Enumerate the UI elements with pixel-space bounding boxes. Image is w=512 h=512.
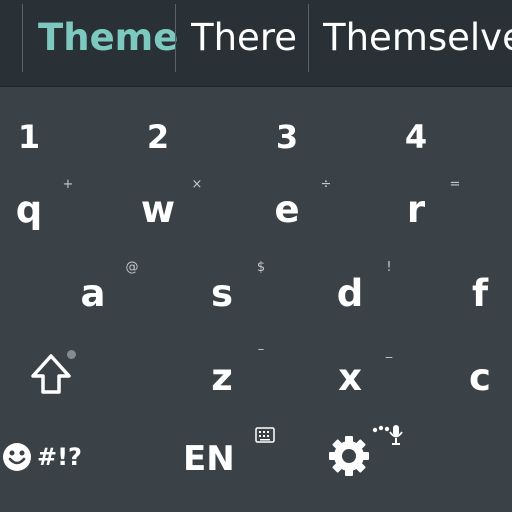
suggestion-divider — [22, 4, 23, 72]
key-q[interactable]: q — [4, 185, 54, 235]
key-3[interactable]: 3 — [267, 117, 307, 157]
language-label: EN — [183, 439, 235, 479]
key-1[interactable]: 1 — [9, 117, 49, 157]
suggestion-divider — [308, 4, 309, 72]
settings-key[interactable] — [320, 423, 415, 479]
key-x-hint: _ — [385, 344, 393, 359]
suggestion-second[interactable]: There — [191, 0, 297, 76]
key-2[interactable]: 2 — [138, 117, 178, 157]
key-r-hint: = — [449, 177, 461, 192]
microphone-icon — [372, 425, 403, 445]
key-s-hint: $ — [256, 260, 266, 275]
key-e-hint: ÷ — [320, 177, 332, 192]
smiley-icon — [3, 443, 31, 471]
key-w[interactable]: w — [133, 185, 183, 235]
key-a[interactable]: a — [68, 269, 118, 319]
suggestion-third[interactable]: Themselves — [323, 0, 512, 76]
gear-icon — [329, 436, 369, 476]
key-d-hint: ! — [386, 260, 392, 275]
keyboard-icon — [255, 427, 275, 443]
key-q-hint: + — [62, 177, 74, 192]
key-x[interactable]: x — [325, 353, 375, 403]
keyboard: 1 2 3 4 q + w × e ÷ r = a @ s $ d ! f z … — [0, 87, 512, 512]
shift-indicator-dot — [67, 350, 76, 359]
suggestion-bar: Theme There Themselves — [0, 0, 512, 87]
suggestion-divider — [175, 4, 176, 72]
key-a-hint: @ — [125, 260, 139, 275]
key-c[interactable]: c — [455, 353, 505, 403]
key-s[interactable]: s — [197, 269, 247, 319]
emoji-symbols-key[interactable]: #!? — [0, 436, 90, 476]
symbols-label: #!? — [37, 443, 82, 471]
key-4[interactable]: 4 — [396, 117, 436, 157]
key-z[interactable]: z — [197, 353, 247, 403]
key-w-hint: × — [191, 177, 203, 192]
key-d[interactable]: d — [325, 269, 375, 319]
key-f[interactable]: f — [455, 269, 505, 319]
suggestion-primary[interactable]: Theme — [38, 0, 178, 76]
language-key[interactable]: EN — [175, 427, 285, 479]
key-z-hint: – — [257, 342, 265, 357]
key-e[interactable]: e — [262, 185, 312, 235]
key-r[interactable]: r — [391, 185, 441, 235]
